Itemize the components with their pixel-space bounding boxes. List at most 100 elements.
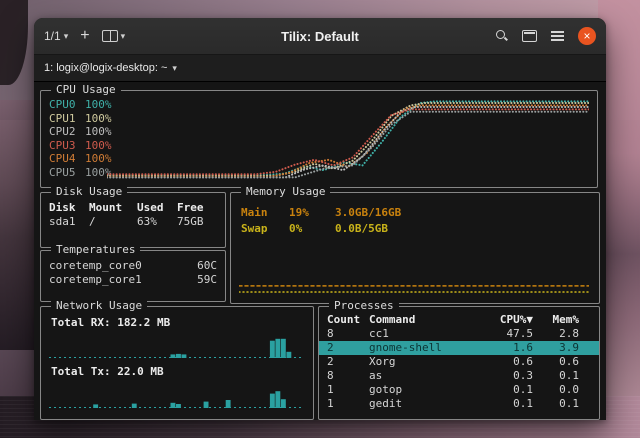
process-cell: gotop: [369, 383, 481, 397]
cpu-name-label: CPU3: [49, 139, 85, 153]
tab-bar: 1: logix@logix-desktop: ~ ▾: [34, 55, 606, 82]
process-cell: 0.1: [481, 383, 533, 397]
cpu-name-label: CPU2: [49, 125, 85, 139]
process-cell: 0.1: [481, 397, 533, 411]
cpu-line: CPU0100%: [49, 98, 112, 112]
processes-title: Processes: [329, 299, 399, 312]
disk-header-cell: Mount: [89, 201, 137, 215]
network-usage-panel: Network Usage Total RX: 182.2 MB Total T…: [40, 306, 314, 420]
memory-value: 0.0B/5GB: [335, 221, 388, 237]
process-cell: 1: [327, 383, 369, 397]
temperatures-panel: Temperatures coretemp_core060Ccoretemp_c…: [40, 250, 226, 302]
cpu-line: CPU3100%: [49, 139, 112, 153]
disk-usage-panel: Disk Usage DiskMountUsedFreesda1/63%75GB: [40, 192, 226, 248]
process-cell: 0.6: [533, 355, 579, 369]
sensor-value: 59C: [197, 273, 217, 287]
processes-panel: Processes CountCommandCPU%▼Mem%8cc147.52…: [318, 306, 600, 420]
cpu-label-list: CPU0100%CPU1100%CPU2100%CPU3100%CPU4100%…: [49, 98, 112, 179]
process-cell: Xorg: [369, 355, 481, 369]
process-cell: 2.8: [533, 327, 579, 341]
process-row[interactable]: 2Xorg0.60.6: [319, 355, 599, 369]
disk-cell: 63%: [137, 215, 177, 229]
network-usage-title: Network Usage: [51, 299, 147, 312]
session-indicator: 1/1: [44, 29, 61, 43]
sensor-value: 60C: [197, 259, 217, 273]
disk-row: sda1/63%75GB: [49, 215, 217, 229]
process-cell: 2: [327, 355, 369, 369]
temperatures-title: Temperatures: [51, 243, 140, 256]
process-cell: gnome-shell: [369, 341, 481, 355]
cpu-name-label: CPU5: [49, 166, 85, 180]
network-tx-graph: [49, 382, 303, 408]
search-icon[interactable]: [496, 30, 508, 42]
processes-header-cell: Command: [369, 313, 481, 327]
window-title: Tilix: Default: [281, 29, 359, 44]
memory-percent: 0%: [289, 221, 335, 237]
memory-percent: 19%: [289, 205, 335, 221]
terminal-window-icon[interactable]: [522, 30, 537, 42]
process-row[interactable]: 1gedit0.10.1: [319, 397, 599, 411]
network-tx-label: Total Tx: 22.0 MB: [51, 365, 164, 378]
memory-line: Main19%3.0GB/16GB: [241, 205, 589, 221]
tilix-window: 1/1 ▾ + ▾ Tilix: Default × 1: logix@logi…: [34, 18, 606, 420]
memory-usage-title: Memory Usage: [241, 185, 330, 198]
memory-name: Swap: [241, 221, 289, 237]
process-cell: 2: [327, 341, 369, 355]
processes-header-cell: CPU%▼: [481, 313, 533, 327]
memory-name: Main: [241, 205, 289, 221]
processes-header-cell: Count: [327, 313, 369, 327]
disk-table: DiskMountUsedFreesda1/63%75GB: [41, 193, 225, 229]
process-cell: as: [369, 369, 481, 383]
add-terminal-button[interactable]: +: [80, 28, 89, 44]
disk-cell: /: [89, 215, 137, 229]
close-button[interactable]: ×: [578, 27, 596, 45]
wallpaper-cliff: [0, 100, 38, 350]
process-cell: gedit: [369, 397, 481, 411]
processes-header-cell: Mem%: [533, 313, 579, 327]
cpu-line: CPU5100%: [49, 166, 112, 180]
process-cell: 3.9: [533, 341, 579, 355]
process-row[interactable]: 2gnome-shell1.63.9: [319, 341, 599, 355]
split-terminal-icon: [102, 30, 118, 42]
cpu-usage-graph: [107, 99, 589, 179]
process-cell: 8: [327, 369, 369, 383]
titlebar: 1/1 ▾ + ▾ Tilix: Default ×: [34, 18, 606, 55]
memory-line: Swap0%0.0B/5GB: [241, 221, 589, 237]
disk-usage-title: Disk Usage: [51, 185, 127, 198]
network-rx-graph: [49, 332, 303, 358]
process-cell: cc1: [369, 327, 481, 341]
disk-header-cell: Free: [177, 201, 215, 215]
disk-header-cell: Used: [137, 201, 177, 215]
terminal-area[interactable]: CPU Usage CPU0100%CPU1100%CPU2100%CPU310…: [34, 82, 606, 420]
processes-table: CountCommandCPU%▼Mem%8cc147.52.82gnome-s…: [319, 307, 599, 411]
memory-usage-graph: [239, 257, 589, 295]
memory-usage-panel: Memory Usage Main19%3.0GB/16GBSwap0%0.0B…: [230, 192, 600, 304]
process-cell: 1: [327, 397, 369, 411]
hamburger-menu-icon[interactable]: [551, 31, 564, 33]
session-navigator[interactable]: 1/1 ▾: [44, 29, 68, 43]
process-row[interactable]: 8cc147.52.8: [319, 327, 599, 341]
disk-cell: sda1: [49, 215, 89, 229]
split-terminal-button[interactable]: ▾: [102, 30, 126, 42]
process-cell: 0.1: [533, 369, 579, 383]
processes-header-row: CountCommandCPU%▼Mem%: [319, 313, 599, 327]
cpu-line: CPU4100%: [49, 152, 112, 166]
tab-title[interactable]: 1: logix@logix-desktop: ~: [44, 62, 167, 74]
process-cell: 0.3: [481, 369, 533, 383]
process-row[interactable]: 1gotop0.10.0: [319, 383, 599, 397]
disk-header-row: DiskMountUsedFree: [49, 201, 217, 215]
chevron-down-icon: ▾: [121, 31, 126, 42]
process-cell: 0.6: [481, 355, 533, 369]
sensor-name: coretemp_core0: [49, 259, 142, 273]
chevron-down-icon[interactable]: ▾: [172, 63, 177, 74]
cpu-line: CPU1100%: [49, 112, 112, 126]
memory-lines: Main19%3.0GB/16GBSwap0%0.0B/5GB: [231, 193, 599, 237]
chevron-down-icon: ▾: [64, 31, 69, 42]
cpu-line: CPU2100%: [49, 125, 112, 139]
process-row[interactable]: 8as0.30.1: [319, 369, 599, 383]
cpu-usage-panel: CPU Usage CPU0100%CPU1100%CPU2100%CPU310…: [40, 90, 598, 188]
cpu-name-label: CPU0: [49, 98, 85, 112]
disk-header-cell: Disk: [49, 201, 89, 215]
cpu-usage-title: CPU Usage: [51, 83, 121, 96]
network-rx-label: Total RX: 182.2 MB: [51, 316, 170, 329]
